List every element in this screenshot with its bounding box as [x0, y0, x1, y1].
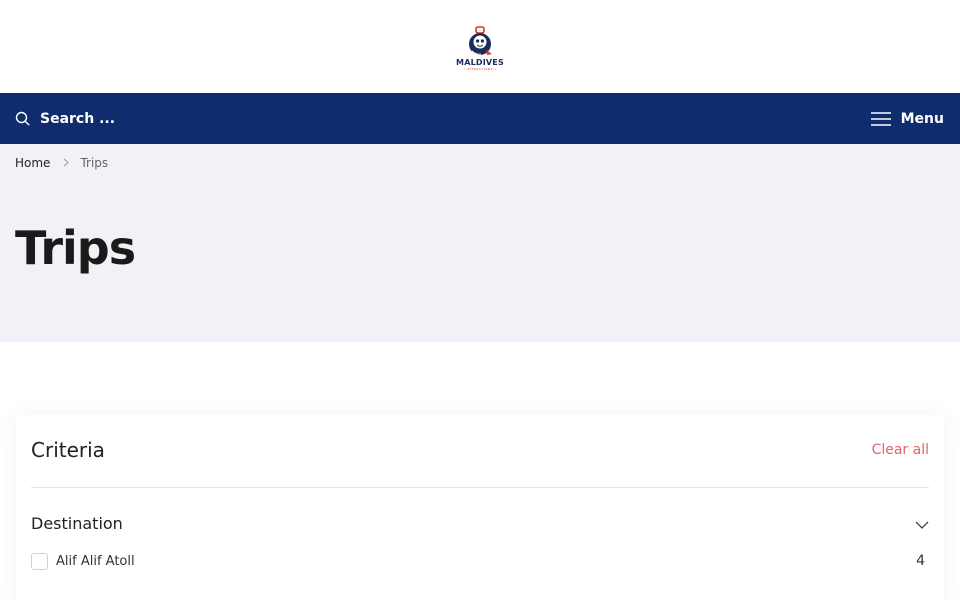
- filter-option: Alif Alif Atoll 4: [31, 551, 929, 571]
- site-header: MALDIVES • ATTRACTIONS •: [0, 0, 960, 93]
- filter-panel-header: Criteria Clear all: [31, 435, 929, 465]
- filter-option-toggle[interactable]: Alif Alif Atoll: [31, 552, 135, 570]
- main-content: Criteria Clear all Destination Alif Alif…: [0, 342, 960, 600]
- search-bar: [15, 110, 240, 127]
- logo-subtext: • ATTRACTIONS •: [463, 67, 497, 71]
- page-title: Trips: [15, 221, 136, 275]
- option-label: Alif Alif Atoll: [56, 553, 135, 569]
- hamburger-icon: [870, 111, 891, 126]
- breadcrumb-home-link[interactable]: Home: [15, 156, 50, 170]
- breadcrumb: Home Trips: [15, 155, 945, 170]
- menu-label: Menu: [900, 110, 944, 127]
- chevron-right-icon: [63, 158, 70, 167]
- breadcrumb-current: Trips: [80, 155, 109, 170]
- clear-all-link[interactable]: Clear all: [872, 442, 929, 458]
- menu-button[interactable]: Menu: [870, 110, 944, 127]
- page-hero: Home Trips Trips: [0, 144, 960, 342]
- chevron-down-icon: [915, 514, 929, 533]
- logo-icon: [468, 26, 492, 55]
- option-checkbox[interactable]: [31, 552, 48, 570]
- divider: [31, 487, 929, 488]
- filter-group-title: Destination: [31, 513, 123, 533]
- search-icon[interactable]: [15, 111, 30, 126]
- option-count: 4: [916, 553, 925, 569]
- main-navbar: Menu: [0, 93, 960, 144]
- site-logo[interactable]: MALDIVES • ATTRACTIONS •: [456, 26, 504, 71]
- filter-group-destination-toggle[interactable]: Destination: [31, 512, 929, 534]
- filter-panel: Criteria Clear all Destination Alif Alif…: [16, 415, 944, 600]
- logo-text: MALDIVES: [456, 58, 504, 67]
- search-input[interactable]: [40, 110, 240, 127]
- filter-title: Criteria: [31, 438, 105, 462]
